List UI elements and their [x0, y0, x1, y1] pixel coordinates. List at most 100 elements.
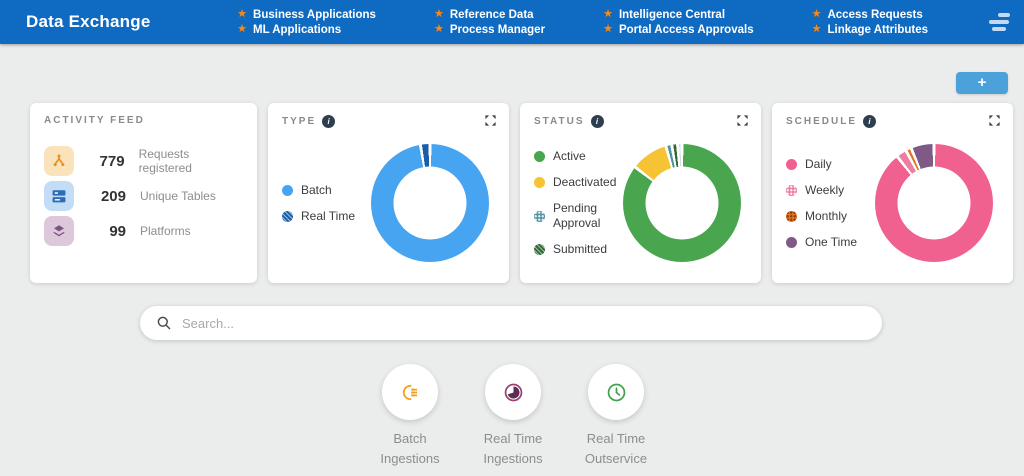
legend-item[interactable]: Batch [282, 183, 370, 198]
info-icon[interactable]: i [322, 115, 335, 128]
star-icon: ★ [237, 9, 247, 20]
nav-item-intelligence-central[interactable]: ★ Intelligence Central [603, 9, 754, 21]
nav-column: ★ Reference Data ★ Process Manager [434, 9, 545, 36]
star-icon: ★ [812, 9, 822, 20]
star-icon: ★ [603, 24, 613, 35]
legend-item[interactable]: Submitted [534, 242, 622, 257]
status-chart-card: STATUS i Active Deactivated Pending Appr… [520, 103, 761, 283]
star-icon: ★ [237, 24, 247, 35]
legend-swatch [786, 159, 797, 170]
legend-item[interactable]: Real Time [282, 209, 370, 224]
type-donut-chart[interactable] [371, 144, 489, 262]
legend-label: Submitted [553, 242, 607, 257]
chart-legend: Batch Real Time [282, 183, 370, 224]
expand-icon[interactable] [988, 114, 1001, 127]
star-icon: ★ [812, 24, 822, 35]
legend-item[interactable]: Pending Approval [534, 201, 622, 231]
legend-label: Active [553, 149, 586, 164]
feed-row-platforms: 99 Platforms [44, 216, 243, 246]
legend-label: Pending Approval [553, 201, 622, 231]
star-icon: ★ [434, 9, 444, 20]
feed-value: 779 [74, 153, 125, 170]
nav-item-reference-data[interactable]: ★ Reference Data [434, 9, 545, 21]
nav-column: ★ Intelligence Central ★ Portal Access A… [603, 9, 754, 36]
app-header: Data Exchange ★ Business Applications ★ … [0, 0, 1024, 44]
schedule-donut-chart[interactable] [875, 144, 993, 262]
main-nav: ★ Business Applications ★ ML Application… [237, 9, 928, 36]
legend-swatch [534, 151, 545, 162]
legend-item[interactable]: Monthly [786, 209, 874, 224]
feed-value: 99 [74, 223, 126, 240]
status-donut-chart[interactable] [623, 144, 741, 262]
nav-item-access-requests[interactable]: ★ Access Requests [812, 9, 928, 21]
star-icon: ★ [603, 9, 613, 20]
nav-item-ml-applications[interactable]: ★ ML Applications [237, 24, 376, 36]
search-input[interactable] [182, 316, 866, 331]
search-bar [140, 306, 882, 340]
donut-hole [394, 167, 467, 240]
legend-swatch [534, 211, 545, 222]
legend-swatch [282, 185, 293, 196]
legend-item[interactable]: One Time [786, 235, 874, 250]
nav-column: ★ Business Applications ★ ML Application… [237, 9, 376, 36]
info-icon[interactable]: i [591, 115, 604, 128]
batch-ingestions-button[interactable]: Batch Ingestions [355, 364, 465, 469]
realtime-ingestions-button[interactable]: Real Time Ingestions [458, 364, 568, 469]
nav-item-linkage-attributes[interactable]: ★ Linkage Attributes [812, 24, 928, 36]
action-label: Real Time Outservice [570, 429, 662, 469]
legend-item[interactable]: Active [534, 149, 622, 164]
legend-label: Weekly [805, 183, 844, 198]
activity-feed-card: ACTIVITY FEED 779 Requests registered [30, 103, 257, 283]
dashboard-cards: ACTIVITY FEED 779 Requests registered [30, 103, 1013, 283]
info-icon[interactable]: i [863, 115, 876, 128]
legend-swatch [282, 211, 293, 222]
search-icon [156, 315, 172, 331]
batch-ingestions-icon[interactable] [382, 364, 438, 420]
legend-swatch [786, 211, 797, 222]
legend-item[interactable]: Daily [786, 157, 874, 172]
legend-item[interactable]: Deactivated [534, 175, 622, 190]
realtime-outservice-icon[interactable] [588, 364, 644, 420]
action-label: Real Time Ingestions [467, 429, 559, 469]
legend-label: Batch [301, 183, 332, 198]
feed-row-tables: 209 Unique Tables [44, 181, 243, 211]
legend-swatch [786, 237, 797, 248]
star-icon: ★ [434, 24, 444, 35]
legend-swatch [534, 177, 545, 188]
legend-swatch [786, 185, 797, 196]
type-chart-card: TYPE i Batch Real Time [268, 103, 509, 283]
legend-swatch [534, 244, 545, 255]
legend-label: Deactivated [553, 175, 616, 190]
legend-label: Real Time [301, 209, 355, 224]
branch-icon [44, 146, 74, 176]
feed-label: Platforms [140, 224, 191, 238]
expand-icon[interactable] [736, 114, 749, 127]
card-title: STATUS [534, 116, 585, 127]
menu-bar [989, 20, 1009, 24]
chart-legend: Active Deactivated Pending Approval Subm… [534, 149, 622, 257]
add-button[interactable]: + [956, 72, 1008, 94]
feed-value: 209 [74, 188, 126, 205]
schedule-chart-card: SCHEDULE i Daily Weekly Monthly One Time [772, 103, 1013, 283]
menu-bar [992, 27, 1006, 31]
donut-hole [646, 167, 719, 240]
legend-item[interactable]: Weekly [786, 183, 874, 198]
legend-label: Monthly [805, 209, 847, 224]
nav-item-portal-access-approvals[interactable]: ★ Portal Access Approvals [603, 24, 754, 36]
realtime-outservice-button[interactable]: Real Time Outservice [561, 364, 671, 469]
nav-item-business-applications[interactable]: ★ Business Applications [237, 9, 376, 21]
tables-icon [44, 181, 74, 211]
nav-column: ★ Access Requests ★ Linkage Attributes [812, 9, 928, 36]
realtime-ingestions-icon[interactable] [485, 364, 541, 420]
layers-icon [44, 216, 74, 246]
legend-label: One Time [805, 235, 857, 250]
chart-legend: Daily Weekly Monthly One Time [786, 157, 874, 250]
action-label: Batch Ingestions [364, 429, 456, 469]
card-title: ACTIVITY FEED [44, 115, 145, 126]
menu-icon[interactable] [988, 13, 1010, 31]
nav-item-process-manager[interactable]: ★ Process Manager [434, 24, 545, 36]
feed-row-requests: 779 Requests registered [44, 146, 243, 176]
expand-icon[interactable] [484, 114, 497, 127]
legend-label: Daily [805, 157, 832, 172]
card-title: TYPE [282, 116, 316, 127]
